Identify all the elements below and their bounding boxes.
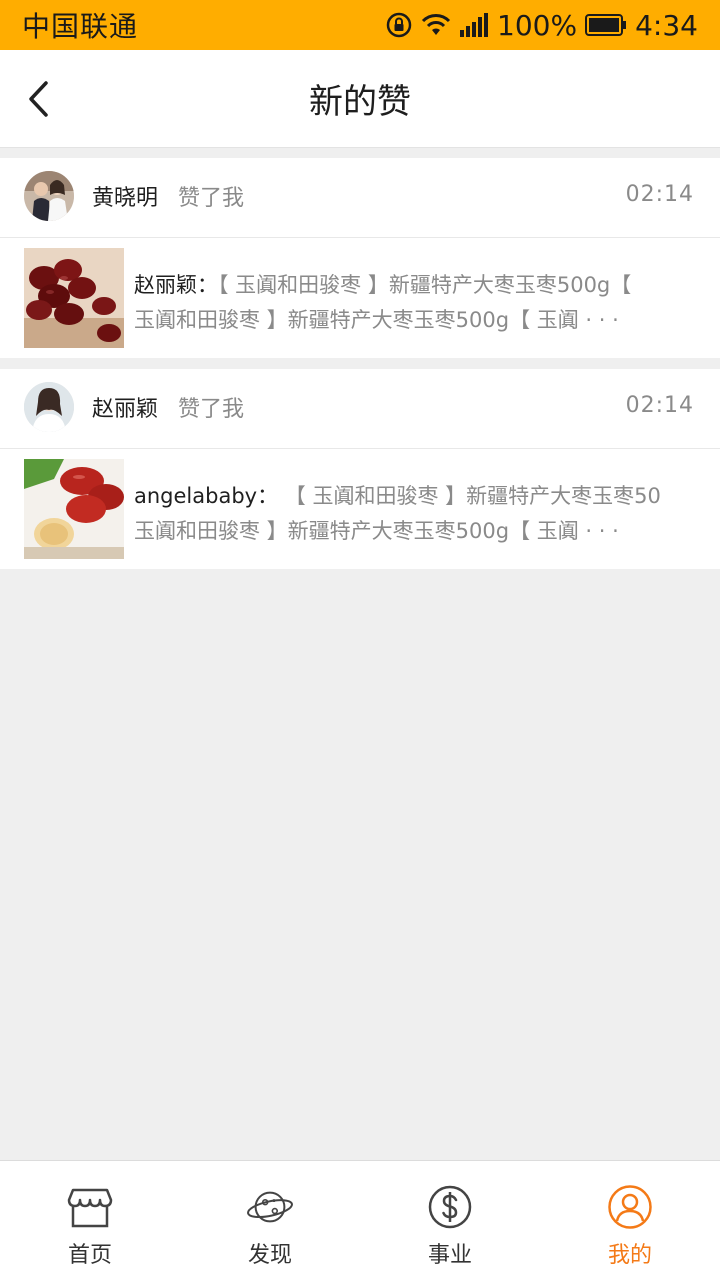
like-action-text: 赞了我 — [178, 186, 245, 211]
post-text-line-1: 【 玉阗和田骏枣 】新疆特产大枣玉枣500g【 — [218, 273, 632, 297]
like-time: 02:14 — [625, 182, 694, 207]
tab-label: 首页 — [67, 1243, 112, 1268]
dollar-icon — [426, 1183, 474, 1231]
liked-post-row[interactable]: angelababy： 【 玉阗和田骏枣 】新疆特产大枣玉枣50 玉阗和田骏枣 … — [0, 449, 720, 569]
post-author[interactable]: angelababy： — [134, 484, 278, 508]
post-thumbnail — [24, 459, 124, 559]
status-bar: 中国联通 100% 4:34 — [0, 0, 720, 50]
tab-career[interactable]: 事业 — [360, 1161, 540, 1280]
nav-header: 新的赞 — [0, 50, 720, 148]
post-thumbnail — [24, 248, 124, 348]
liked-post-line-1: angelababy： 【 玉阗和田骏枣 】新疆特产大枣玉枣50 — [134, 479, 704, 514]
tab-label: 事业 — [427, 1243, 472, 1268]
avatar[interactable] — [24, 382, 74, 432]
liked-post-text[interactable]: angelababy： 【 玉阗和田骏枣 】新疆特产大枣玉枣50 玉阗和田骏枣 … — [134, 479, 704, 549]
like-user-row[interactable]: 黄晓明 赞了我 02:14 — [0, 158, 720, 238]
post-text-line-1: 【 玉阗和田骏枣 】新疆特产大枣玉枣50 — [278, 484, 661, 508]
post-text-line-2: 玉阗和田骏枣 】新疆特产大枣玉枣500g【 玉阗 · · · — [134, 519, 619, 543]
tab-mine[interactable]: 我的 — [540, 1161, 720, 1280]
liked-post-row[interactable]: 赵丽颖：【 玉阗和田骏枣 】新疆特产大枣玉枣500g【 玉阗和田骏枣 】新疆特产… — [0, 238, 720, 358]
like-card[interactable]: 黄晓明 赞了我 02:14 赵丽颖：【 玉阗和田骏枣 】新疆特产大枣玉枣500g… — [0, 158, 720, 358]
like-card[interactable]: 赵丽颖 赞了我 02:14 angelababy： 【 玉阗和田骏枣 】新疆特产… — [0, 369, 720, 569]
avatar[interactable] — [24, 171, 74, 221]
wifi-icon — [421, 13, 451, 37]
battery-percent: 100% — [497, 8, 578, 42]
tab-discover[interactable]: 发现 — [180, 1161, 360, 1280]
like-user-row[interactable]: 赵丽颖 赞了我 02:14 — [0, 369, 720, 449]
liker-name[interactable]: 黄晓明 — [92, 180, 158, 212]
status-indicators: 100% 4:34 — [385, 9, 698, 42]
liker-name[interactable]: 赵丽颖 — [92, 391, 158, 423]
chevron-left-icon — [29, 81, 48, 117]
like-time: 02:14 — [625, 393, 694, 418]
tab-home[interactable]: 首页 — [0, 1161, 180, 1280]
battery-icon — [585, 13, 627, 37]
user-icon — [606, 1183, 654, 1231]
store-icon — [66, 1183, 114, 1231]
back-button[interactable] — [18, 74, 58, 124]
rotation-lock-icon — [385, 11, 413, 39]
post-author[interactable]: 赵丽颖： — [134, 273, 218, 297]
liked-post-line-1: 赵丽颖：【 玉阗和田骏枣 】新疆特产大枣玉枣500g【 — [134, 268, 704, 303]
liked-post-text[interactable]: 赵丽颖：【 玉阗和田骏枣 】新疆特产大枣玉枣500g【 玉阗和田骏枣 】新疆特产… — [134, 268, 704, 338]
signal-icon — [459, 12, 489, 38]
bottom-tab-bar: 首页 发现 事业 我的 — [0, 1160, 720, 1280]
post-text-line-2: 玉阗和田骏枣 】新疆特产大枣玉枣500g【 玉阗 · · · — [134, 308, 619, 332]
like-action-text: 赞了我 — [178, 397, 245, 422]
page-title: 新的赞 — [309, 82, 411, 122]
clock: 4:34 — [635, 8, 698, 42]
carrier-label: 中国联通 — [22, 10, 139, 43]
tab-label: 发现 — [247, 1243, 292, 1268]
tab-label: 我的 — [607, 1243, 652, 1268]
planet-icon — [246, 1183, 294, 1231]
